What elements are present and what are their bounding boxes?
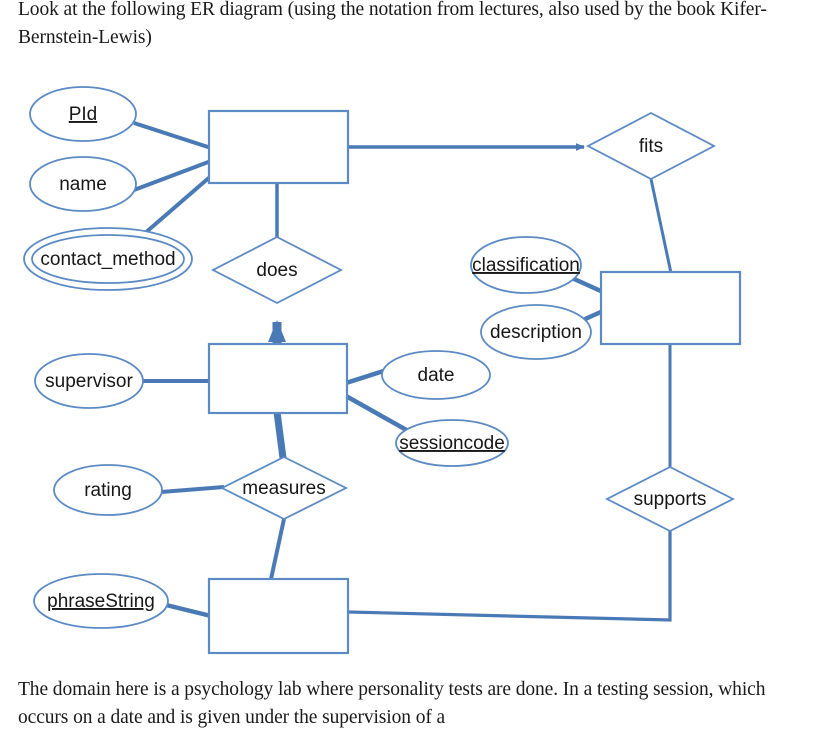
outro-paragraph: The domain here is a psychology lab wher…	[18, 679, 766, 728]
attr-sessioncode-label: sessioncode	[399, 433, 505, 454]
attr-classification-label: classification	[472, 255, 580, 276]
attr-rating-label: rating	[84, 480, 132, 501]
attr-contact-method-label: contact_method	[40, 249, 175, 270]
conn-phrasestring-phrase	[161, 601, 212, 619]
er-diagram-canvas: fits does measures supports PId name con…	[23, 86, 742, 655]
entity-person[interactable]	[207, 109, 350, 185]
conn-classification-trait	[571, 275, 604, 295]
attr-description-label: description	[490, 322, 582, 343]
rel-measures-label: measures	[242, 478, 325, 499]
conn-fits-trait	[649, 178, 673, 274]
rel-supports-label: supports	[634, 489, 707, 510]
conn-supports-phrase	[348, 530, 672, 622]
conn-pid-person	[133, 121, 212, 150]
attr-date-label: date	[418, 365, 455, 386]
conn-session-measures	[273, 411, 287, 459]
entity-session[interactable]	[207, 342, 349, 415]
rel-does-label: does	[256, 260, 297, 281]
conn-measures-phrase	[269, 518, 286, 580]
attr-supervisor-label: supervisor	[45, 371, 133, 392]
conn-rating-measures	[160, 485, 225, 494]
entity-phrase[interactable]	[207, 577, 350, 655]
rel-fits-label: fits	[639, 136, 663, 157]
attr-name-label: name	[59, 174, 107, 195]
entity-trait[interactable]	[599, 270, 742, 346]
conn-session-sessioncode	[344, 394, 412, 434]
attr-phrasestring-label: phraseString	[47, 591, 155, 612]
er-diagram-page: Look at the following ER diagram (using …	[0, 0, 840, 756]
attr-pid-label: PId	[69, 104, 98, 125]
